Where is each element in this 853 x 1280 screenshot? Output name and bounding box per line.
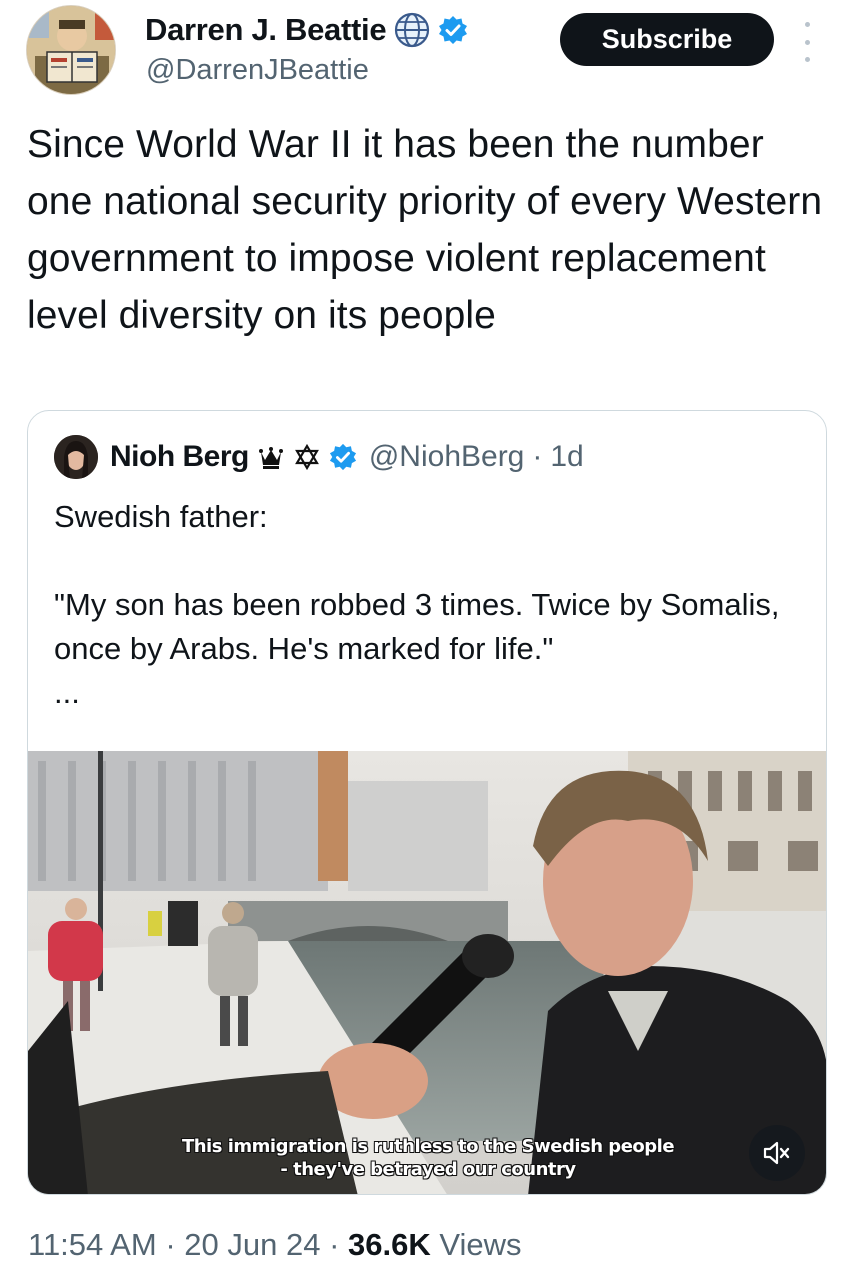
- speaker-muted-icon[interactable]: [749, 1125, 805, 1181]
- verified-badge-icon: [329, 443, 357, 471]
- author-handle[interactable]: @DarrenJBeattie: [146, 54, 369, 87]
- quoted-display-name[interactable]: Nioh Berg: [110, 440, 249, 474]
- footer-separator: ·: [165, 1227, 176, 1262]
- tweet-meta-footer: 11:54 AM · 20 Jun 24 · 36.6K Views: [28, 1227, 522, 1263]
- quoted-timestamp[interactable]: 1d: [550, 440, 583, 474]
- tweet-date[interactable]: 20 Jun 24: [184, 1227, 320, 1262]
- video-subtitle-line1: This immigration is ruthless to the Swed…: [181, 1136, 675, 1157]
- views-label: Views: [439, 1227, 522, 1262]
- quoted-text-truncation: ...: [54, 675, 80, 710]
- author-avatar-image: [27, 6, 115, 94]
- tweet-header: Darren J. Beattie @DarrenJBeattie Subscr…: [0, 0, 853, 100]
- verified-badge-icon: [438, 15, 468, 45]
- quoted-tweet-header: Nioh Berg @NiohBerg · 1d: [54, 435, 584, 479]
- subscribe-button[interactable]: Subscribe: [560, 13, 774, 66]
- video-frame-image: [28, 751, 826, 1194]
- globe-icon: [392, 10, 432, 50]
- vertical-dots-icon[interactable]: [795, 22, 819, 62]
- views-count[interactable]: 36.6K: [348, 1227, 431, 1262]
- author-name-row: Darren J. Beattie: [145, 10, 468, 50]
- quoted-tweet-card[interactable]: Nioh Berg @NiohBerg · 1d Swedish father:: [27, 410, 827, 1195]
- author-display-name[interactable]: Darren J. Beattie: [145, 12, 387, 48]
- quoted-handle[interactable]: @NiohBerg: [369, 440, 525, 474]
- quoted-author-avatar[interactable]: [54, 435, 98, 479]
- tweet-time[interactable]: 11:54 AM: [28, 1227, 157, 1262]
- tweet-text: Since World War II it has been the numbe…: [27, 123, 823, 337]
- quoted-text-line1: Swedish father:: [54, 499, 268, 534]
- author-avatar[interactable]: [26, 5, 116, 95]
- quoted-avatar-image: [54, 435, 98, 479]
- video-subtitle-line2: - they've betrayed our country: [280, 1159, 576, 1180]
- quoted-separator: ·: [532, 440, 543, 473]
- star-of-david-icon: [293, 443, 321, 471]
- quoted-tweet-text: Swedish father: "My son has been robbed …: [54, 495, 814, 715]
- footer-separator: ·: [329, 1227, 340, 1262]
- crown-icon: [257, 443, 285, 471]
- quoted-text-line2: "My son has been robbed 3 times. Twice b…: [54, 587, 780, 666]
- quoted-video[interactable]: This immigration is ruthless to the Swed…: [28, 751, 826, 1194]
